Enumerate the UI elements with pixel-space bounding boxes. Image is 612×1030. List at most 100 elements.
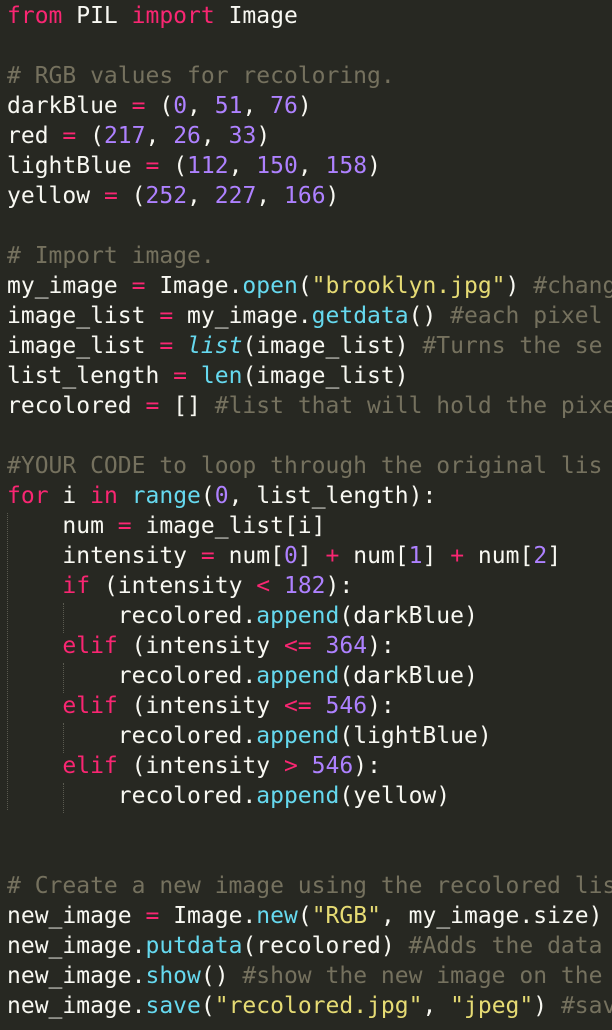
code-line[interactable]: new_image = Image.new("RGB", my_image.si… xyxy=(7,901,603,931)
code-token: 182 xyxy=(283,573,326,599)
code-line[interactable]: lightBlue = (112, 150, 158) xyxy=(7,151,381,181)
code-editor[interactable]: from PIL import Image # RGB values for re… xyxy=(0,0,612,1030)
code-line[interactable]: elif (intensity <= 364): xyxy=(7,631,395,661)
code-line[interactable]: recolored.append(yellow) xyxy=(7,781,450,811)
code-line[interactable]: #YOUR CODE to loop through the original … xyxy=(7,451,602,481)
code-token: for xyxy=(7,483,49,509)
code-token: (intensity xyxy=(117,753,284,779)
code-token: ( xyxy=(297,903,312,929)
code-token: , my_image.size) xyxy=(380,903,603,929)
code-token: ): xyxy=(353,753,381,779)
code-token: 26 xyxy=(173,123,201,149)
code-line[interactable]: list_length = len(image_list) xyxy=(7,361,409,391)
code-token: = xyxy=(131,93,146,119)
code-line[interactable]: from PIL import Image xyxy=(7,1,298,31)
code-token: ): xyxy=(367,693,395,719)
code-token: ): xyxy=(325,573,354,599)
code-token: Image. xyxy=(159,903,257,929)
code-token: #chang xyxy=(533,273,612,299)
code-token: , xyxy=(297,153,326,179)
code-token: (yellow) xyxy=(339,783,451,809)
code-token: # Import image. xyxy=(7,243,215,269)
code-token: darkBlue xyxy=(7,93,132,119)
code-token: #Turns the se xyxy=(422,333,603,359)
code-token: (lightBlue) xyxy=(339,723,492,749)
code-token: 150 xyxy=(256,153,298,179)
code-token: recolored. xyxy=(7,783,257,809)
code-token: save xyxy=(145,993,201,1019)
code-line[interactable]: image_list = list(image_list) #Turns the… xyxy=(7,331,602,361)
code-line[interactable]: darkBlue = (0, 51, 76) xyxy=(7,91,312,121)
code-token: ( xyxy=(159,153,188,179)
code-line[interactable]: if (intensity < 182): xyxy=(7,571,353,601)
code-token: recolored. xyxy=(7,663,257,689)
code-line[interactable]: new_image.save("recolored.jpg", "jpeg") … xyxy=(7,991,612,1021)
code-token: new_image xyxy=(7,903,146,929)
code-token: 0 xyxy=(173,93,188,119)
code-line[interactable]: # Create a new image using the recolored… xyxy=(7,871,612,901)
code-token: image_list xyxy=(7,303,160,329)
code-line[interactable]: for i in range(0, list_length): xyxy=(7,481,436,511)
code-token: recolored xyxy=(7,393,146,419)
code-token: = xyxy=(103,183,118,209)
code-line[interactable]: recolored = [] #list that will hold the … xyxy=(7,391,612,421)
code-token: ): xyxy=(367,633,395,659)
code-line[interactable]: recolored.append(lightBlue) xyxy=(7,721,492,751)
code-token: = xyxy=(200,543,215,569)
code-token: len xyxy=(200,363,243,389)
code-line[interactable]: recolored.append(darkBlue) xyxy=(7,601,478,631)
code-line[interactable]: num = image_list[i] xyxy=(7,511,325,541)
code-line[interactable]: # Import image. xyxy=(7,241,215,271)
code-token: (recolored) xyxy=(242,933,409,959)
code-line[interactable]: elif (intensity > 546): xyxy=(7,751,381,781)
code-token: append xyxy=(256,663,340,689)
code-token: ) xyxy=(367,153,381,179)
code-token: 364 xyxy=(325,633,368,659)
code-token: <= xyxy=(283,693,312,719)
code-token: new xyxy=(256,903,298,929)
code-line[interactable]: new_image.show() #show the new image on … xyxy=(7,961,602,991)
code-token: <= xyxy=(283,633,312,659)
code-token: + xyxy=(325,543,340,569)
code-token: ] xyxy=(297,543,326,569)
code-token: image_list xyxy=(7,333,160,359)
code-token: PIL xyxy=(62,3,132,29)
code-line[interactable]: # RGB values for recoloring. xyxy=(7,61,395,91)
code-token: new_image. xyxy=(7,963,146,989)
code-token: in xyxy=(90,483,118,509)
code-token: num[ xyxy=(339,543,409,569)
code-token: # Create a new image using the recolored… xyxy=(7,873,612,899)
code-token: "RGB" xyxy=(311,903,381,929)
code-line[interactable]: recolored.append(darkBlue) xyxy=(7,661,478,691)
code-token: = xyxy=(145,153,160,179)
code-token: ) xyxy=(256,123,271,149)
code-token: (darkBlue) xyxy=(339,663,478,689)
code-token: append xyxy=(256,723,340,749)
code-line[interactable]: intensity = num[0] + num[1] + num[2] xyxy=(7,541,561,571)
code-token: (intensity xyxy=(117,633,284,659)
code-token: #sav xyxy=(560,993,612,1019)
code-token: ) xyxy=(533,993,561,1019)
code-token: putdata xyxy=(145,933,243,959)
code-token: (darkBlue) xyxy=(339,603,478,629)
code-token: > xyxy=(283,753,298,779)
code-line[interactable]: red = (217, 26, 33) xyxy=(7,121,270,151)
code-token: ( xyxy=(297,273,312,299)
code-line[interactable]: image_list = my_image.getdata() #each pi… xyxy=(7,301,602,331)
code-token: open xyxy=(242,273,298,299)
code-token: () xyxy=(408,303,451,329)
code-token: list xyxy=(187,333,243,359)
code-token: ) xyxy=(297,93,312,119)
code-line[interactable]: new_image.putdata(recolored) #Adds the d… xyxy=(7,931,602,961)
code-token: (image_list) xyxy=(242,363,409,389)
code-token: "jpeg" xyxy=(450,993,534,1019)
code-line[interactable]: my_image = Image.open("brooklyn.jpg") #c… xyxy=(7,271,612,301)
code-token: list_length xyxy=(7,363,174,389)
code-line[interactable]: elif (intensity <= 546): xyxy=(7,691,395,721)
code-line[interactable]: yellow = (252, 227, 166) xyxy=(7,181,339,211)
